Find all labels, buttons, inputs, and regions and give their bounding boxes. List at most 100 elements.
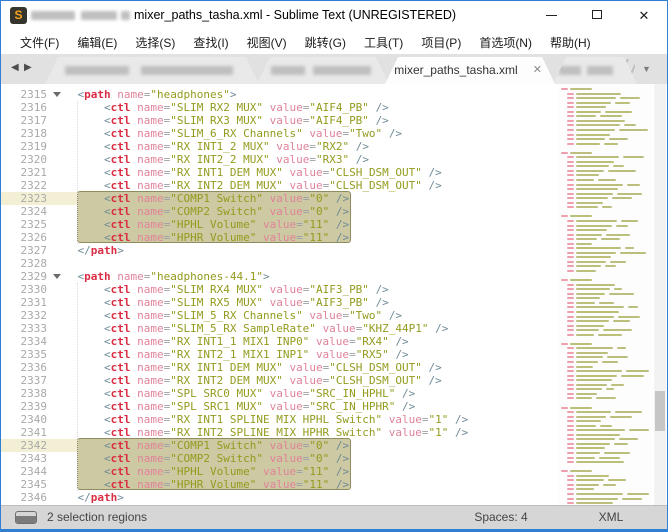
minimap-line	[567, 206, 574, 208]
minimap-line	[567, 347, 574, 349]
minimap-line	[576, 97, 616, 99]
line-number[interactable]: 2324	[1, 205, 47, 218]
line-number[interactable]: 2331	[1, 296, 47, 309]
vertical-scrollbar[interactable]	[654, 84, 666, 505]
close-icon: ✕	[621, 1, 667, 30]
menu-help[interactable]: 帮助(H)	[541, 31, 600, 54]
minimap-line	[567, 288, 574, 290]
tab-close-icon[interactable]: ✕	[533, 57, 542, 84]
menu-project[interactable]: 项目(P)	[412, 31, 470, 54]
tab-mixer-paths-tasha-xml[interactable]: mixer_paths_tasha.xml ✕	[385, 57, 555, 84]
line-number[interactable]: 2330	[1, 283, 47, 296]
line-number[interactable]: 2337	[1, 374, 47, 387]
line-number[interactable]: 2338	[1, 387, 47, 400]
line-number[interactable]: 2343	[1, 452, 47, 465]
minimap-line	[576, 356, 603, 358]
minimap-line	[576, 488, 594, 490]
line-number[interactable]: 2341	[1, 426, 47, 439]
maximize-button[interactable]	[575, 1, 621, 30]
minimap-line	[618, 316, 640, 318]
minimap-line	[567, 452, 574, 454]
scrollbar-thumb[interactable]	[655, 391, 665, 431]
menu-goto[interactable]: 跳转(G)	[296, 31, 355, 54]
minimap-line	[576, 106, 606, 108]
line-number[interactable]: 2340	[1, 413, 47, 426]
minimap-line	[576, 170, 604, 172]
line-number[interactable]: 2326	[1, 231, 47, 244]
line-number[interactable]: 2328	[1, 257, 47, 270]
line-number[interactable]: 2327	[1, 244, 47, 257]
minimap[interactable]	[557, 84, 653, 505]
menu-find[interactable]: 查找(I)	[184, 31, 237, 54]
tab-redacted-1[interactable]	[45, 57, 259, 84]
redacted-path-segment	[81, 11, 117, 20]
line-number[interactable]: 2317	[1, 114, 47, 127]
nav-forward-icon[interactable]: ▶	[24, 62, 32, 73]
redacted-tab-label	[141, 66, 233, 75]
line-number[interactable]: 2335	[1, 348, 47, 361]
minimap-line	[596, 397, 616, 399]
minimap-line	[576, 202, 603, 204]
code-text: <ctl name="SLIM RX5 MUX" value="AIF3_PB"…	[51, 296, 389, 309]
menu-edit[interactable]: 编辑(E)	[68, 31, 126, 54]
line-number[interactable]: 2342	[1, 439, 47, 452]
line-number[interactable]: 2320	[1, 153, 47, 166]
editor-pane[interactable]: 2315 <path name="headphones">2316 <ctl n…	[1, 84, 667, 505]
menu-selection[interactable]: 选择(S)	[126, 31, 184, 54]
close-button[interactable]: ✕	[621, 1, 667, 30]
code-text: <ctl name="HPHR Volume" value="11" />	[51, 231, 349, 244]
minimap-line	[615, 411, 642, 413]
minimap-line	[576, 379, 612, 381]
line-number[interactable]: 2334	[1, 335, 47, 348]
minimap-line	[576, 311, 619, 313]
minimap-line	[606, 234, 630, 236]
menu-file[interactable]: 文件(F)	[11, 31, 68, 54]
line-number[interactable]: 2319	[1, 140, 47, 153]
minimap-line	[576, 225, 612, 227]
minimap-line	[567, 325, 574, 327]
line-number[interactable]: 2315	[1, 88, 47, 101]
minimize-button[interactable]	[529, 1, 575, 30]
line-number[interactable]: 2344	[1, 465, 47, 478]
line-number[interactable]: 2323	[1, 192, 47, 205]
minimap-line	[567, 197, 574, 199]
minimap-line	[598, 334, 622, 336]
minimap-line	[576, 384, 607, 386]
redacted-tab-label	[313, 66, 371, 75]
minimap-line	[561, 279, 568, 281]
line-number[interactable]: 2318	[1, 127, 47, 140]
code-text: </path>	[51, 491, 124, 504]
minimap-line	[567, 225, 574, 227]
nav-back-icon[interactable]: ◀	[11, 62, 19, 73]
line-number[interactable]: 2321	[1, 166, 47, 179]
line-number[interactable]: 2322	[1, 179, 47, 192]
minimap-line	[610, 416, 632, 418]
line-number[interactable]: 2332	[1, 309, 47, 322]
menu-tools[interactable]: 工具(T)	[355, 31, 412, 54]
line-number[interactable]: 2336	[1, 361, 47, 374]
tab-redacted-3[interactable]	[553, 57, 637, 84]
line-number[interactable]: 2345	[1, 478, 47, 491]
indentation-status[interactable]: Spaces: 4	[456, 510, 546, 524]
minimap-line	[617, 347, 626, 349]
menu-preferences[interactable]: 首选项(N)	[470, 31, 541, 54]
line-number[interactable]: 2346	[1, 491, 47, 504]
redacted-tab-label	[271, 66, 305, 75]
minimap-line	[567, 284, 574, 286]
tab-redacted-2[interactable]	[257, 57, 389, 84]
selection-panel-icon[interactable]	[15, 511, 37, 524]
line-number[interactable]: 2325	[1, 218, 47, 231]
menu-view[interactable]: 视图(V)	[238, 31, 296, 54]
tab-list-dropdown-icon[interactable]: ▼	[642, 64, 651, 74]
minimap-line	[599, 457, 620, 459]
line-number[interactable]: 2316	[1, 101, 47, 114]
minimap-line	[613, 165, 624, 167]
minimap-line	[614, 288, 622, 290]
minimap-line	[608, 479, 626, 481]
line-number[interactable]: 2333	[1, 322, 47, 335]
syntax-status[interactable]: XML	[576, 510, 646, 524]
line-number[interactable]: 2329	[1, 270, 47, 283]
line-number[interactable]: 2339	[1, 400, 47, 413]
minimap-line	[576, 302, 595, 304]
minimap-line	[567, 388, 574, 390]
